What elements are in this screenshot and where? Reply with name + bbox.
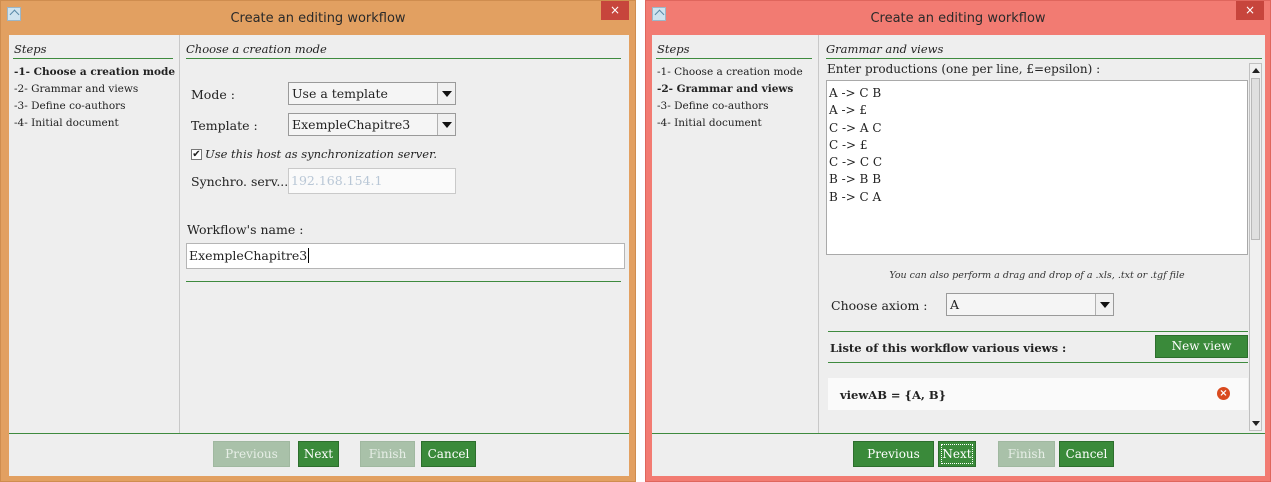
close-button[interactable]: × — [601, 1, 629, 20]
step-item: -4- Initial document — [657, 117, 762, 129]
workflow-name-label: Workflow's name : — [187, 222, 304, 237]
step-item: -3- Define co-authors — [14, 100, 126, 112]
steps-list: -1- Choose a creation mode -2- Grammar a… — [9, 56, 179, 134]
production-line: C -> A C — [829, 120, 882, 135]
step-item: -4- Initial document — [14, 117, 119, 129]
cancel-button[interactable]: Cancel — [421, 441, 476, 467]
template-select[interactable]: ExempleChapitre3 — [288, 113, 456, 136]
finish-button[interactable]: Finish — [360, 441, 415, 467]
productions-textarea[interactable]: A -> C B A -> £ C -> A C C -> £ C -> C C… — [826, 80, 1248, 255]
main-panel-scrollbar[interactable] — [1249, 63, 1262, 431]
production-line: B -> B B — [829, 172, 882, 187]
axiom-select-value: A — [950, 297, 960, 312]
main-panel: Choose a creation mode Mode : Use a temp… — [186, 35, 625, 434]
template-select-value: ExempleChapitre3 — [292, 117, 411, 132]
steps-panel: Steps -1- Choose a creation mode -2- Gra… — [652, 35, 819, 434]
view-label: viewAB = {A, B} — [840, 388, 946, 402]
steps-header: Steps — [657, 42, 690, 56]
sync-server-checkbox-label: Use this host as synchronization server. — [205, 147, 437, 161]
finish-button[interactable]: Finish — [998, 441, 1055, 467]
previous-button[interactable]: Previous — [853, 441, 934, 467]
views-bottom-divider — [828, 362, 1248, 363]
scroll-up-icon[interactable] — [1250, 64, 1261, 77]
step-item: -3- Define co-authors — [657, 100, 769, 112]
production-line: C -> C C — [829, 155, 883, 170]
next-button[interactable]: Next — [298, 441, 339, 467]
wizard-window-2: Create an editing workflow × Steps -1- C… — [645, 0, 1271, 482]
production-line: B -> C A — [829, 189, 882, 204]
remove-view-icon[interactable]: × — [1217, 387, 1230, 400]
window-title: Create an editing workflow — [230, 11, 406, 26]
window-client-area: Steps -1- Choose a creation mode -2- Gra… — [652, 35, 1265, 476]
chevron-down-icon[interactable] — [1095, 294, 1113, 315]
sync-server-checkbox[interactable]: ✔ — [191, 149, 202, 160]
production-line: A -> £ — [829, 103, 868, 118]
title-bar[interactable]: Create an editing workflow × — [646, 1, 1270, 35]
window-client-area: Steps -1- Choose a creation mode -2- Gra… — [9, 35, 629, 476]
axiom-select[interactable]: A — [946, 293, 1114, 316]
view-row: viewAB = {A, B} × — [828, 378, 1248, 410]
mode-label: Mode : — [191, 87, 235, 102]
next-button[interactable]: Next — [938, 441, 976, 467]
title-bar[interactable]: Create an editing workflow × — [1, 1, 635, 35]
production-line: A -> C B — [829, 86, 882, 100]
section-title: Choose a creation mode — [186, 42, 327, 56]
main-panel: Grammar and views Enter productions (one… — [826, 35, 1262, 434]
section-divider — [826, 58, 1262, 59]
workflow-name-input[interactable]: ExempleChapitre3 — [186, 243, 625, 269]
step-item: -2- Grammar and views — [14, 83, 139, 95]
scroll-down-icon[interactable] — [1250, 417, 1261, 430]
steps-divider — [13, 58, 173, 59]
chevron-down-icon[interactable] — [437, 83, 455, 104]
views-header: Liste of this workflow various views : — [830, 341, 1067, 355]
wizard-window-1: Create an editing workflow × Steps -1- C… — [0, 0, 636, 482]
mode-select[interactable]: Use a template — [288, 82, 456, 105]
button-bar: Previous Next Finish Cancel — [652, 433, 1265, 476]
mode-select-value: Use a template — [292, 86, 388, 101]
section-title: Grammar and views — [826, 42, 944, 56]
window-title: Create an editing workflow — [870, 11, 1046, 26]
production-line: C -> £ — [829, 137, 868, 152]
chevron-down-icon[interactable] — [437, 114, 455, 135]
synchro-server-label: Synchro. serv... — [191, 174, 289, 189]
text-caret — [308, 248, 310, 263]
previous-button[interactable]: Previous — [213, 441, 290, 467]
cancel-button[interactable]: Cancel — [1059, 441, 1114, 467]
close-button[interactable]: × — [1236, 1, 1264, 20]
scrollbar-thumb[interactable] — [1251, 78, 1260, 240]
workflow-name-value: ExempleChapitre3 — [189, 248, 308, 263]
views-top-divider — [828, 331, 1248, 332]
step-item: -2- Grammar and views — [657, 83, 794, 95]
section-divider — [186, 58, 621, 59]
form-divider — [186, 281, 621, 282]
steps-list: -1- Choose a creation mode -2- Grammar a… — [652, 56, 818, 134]
productions-label: Enter productions (one per line, £=epsil… — [827, 62, 1101, 76]
template-label: Template : — [191, 118, 258, 133]
steps-panel: Steps -1- Choose a creation mode -2- Gra… — [9, 35, 180, 434]
step-item: -1- Choose a creation mode — [657, 66, 803, 78]
steps-header: Steps — [14, 42, 47, 56]
drag-drop-hint: You can also perform a drag and drop of … — [889, 270, 1185, 281]
button-bar: Previous Next Finish Cancel — [9, 433, 629, 476]
step-item: -1- Choose a creation mode — [14, 66, 176, 78]
new-view-button[interactable]: New view — [1155, 335, 1248, 358]
steps-divider — [656, 58, 812, 59]
synchro-server-field: 192.168.154.1 — [288, 168, 456, 194]
axiom-label: Choose axiom : — [831, 298, 928, 313]
